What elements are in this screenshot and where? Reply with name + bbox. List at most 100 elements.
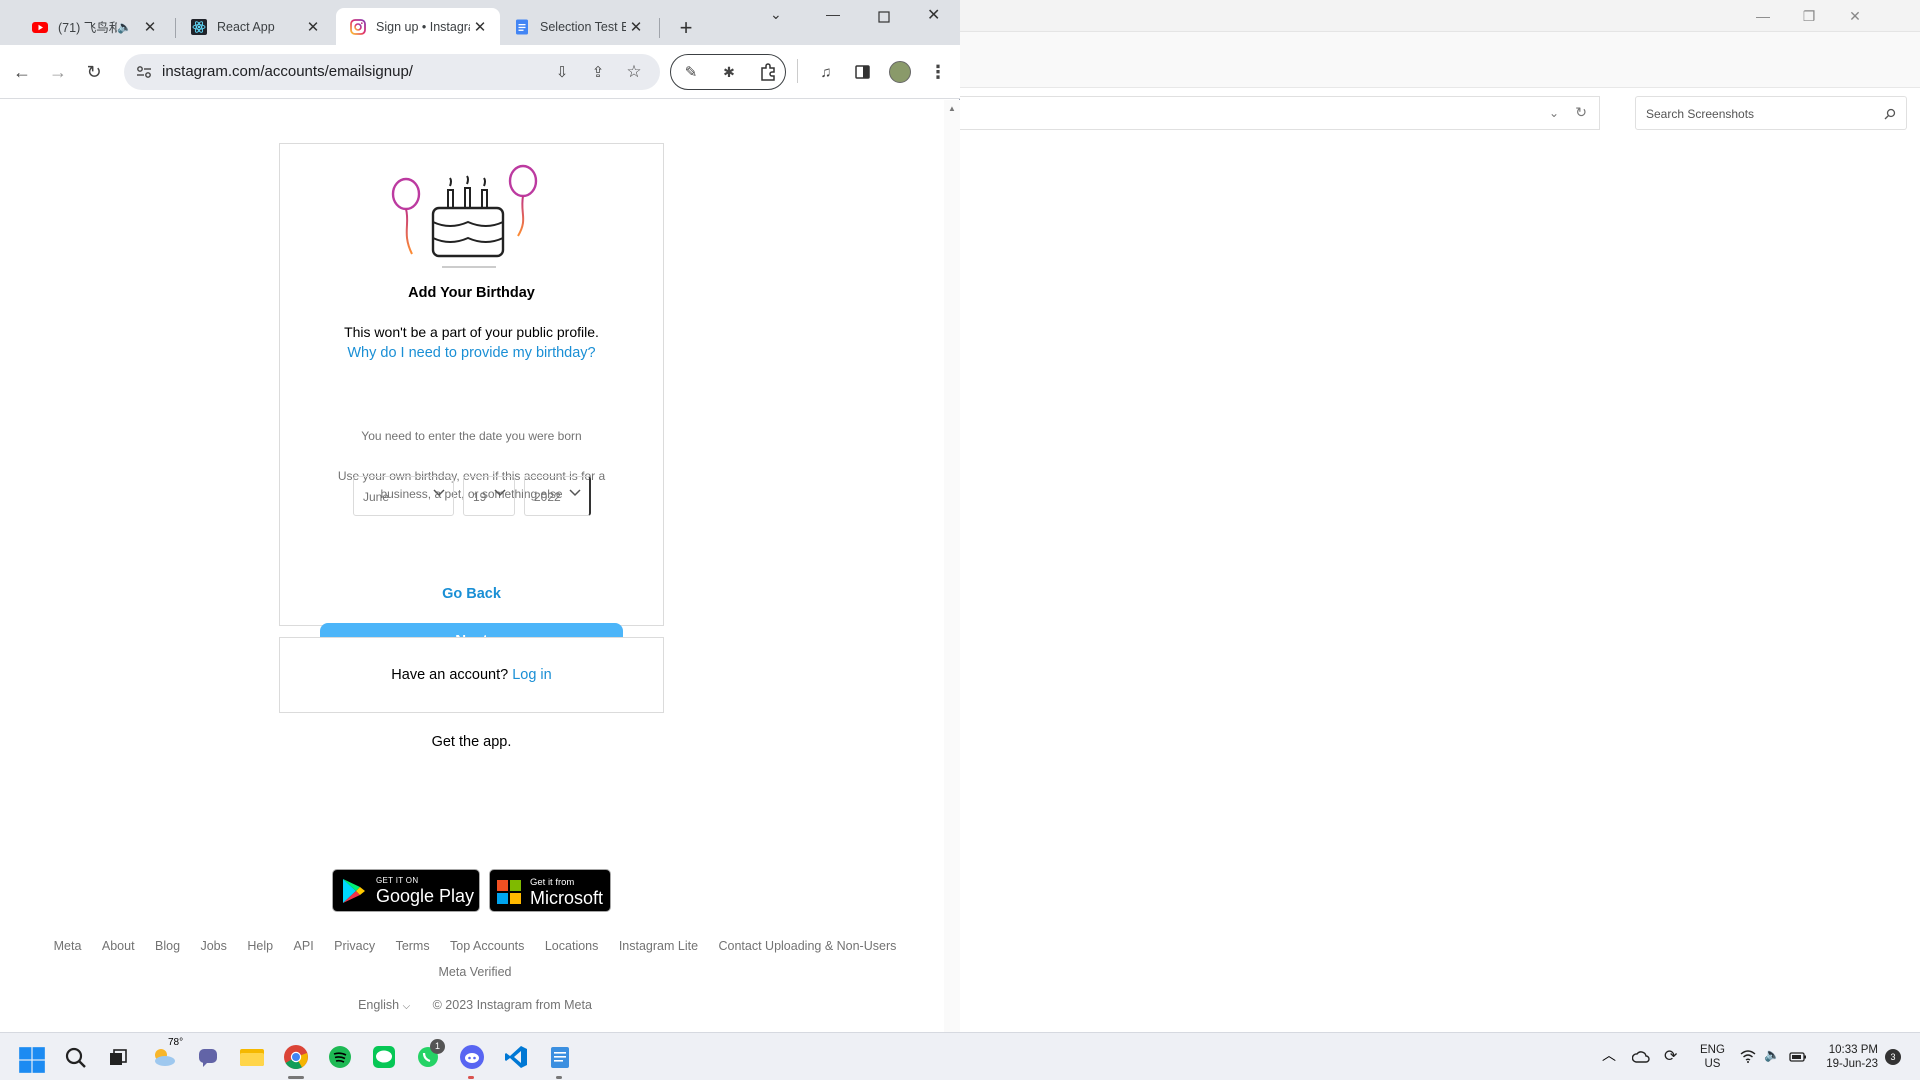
- day-select[interactable]: 19: [463, 476, 515, 516]
- birthday-error: You need to enter the date you were born: [361, 429, 582, 443]
- month-select[interactable]: June: [353, 476, 454, 516]
- footer-link[interactable]: About: [102, 939, 135, 953]
- back-icon[interactable]: ←: [8, 58, 36, 86]
- why-birthday-link[interactable]: Why do I need to provide my birthday?: [280, 345, 663, 361]
- youtube-icon: [32, 21, 48, 33]
- day-value: 19: [473, 490, 487, 504]
- notification-count[interactable]: 3: [1885, 1049, 1901, 1065]
- line-app-icon[interactable]: [370, 1043, 398, 1071]
- address-bar[interactable]: instagram.com/accounts/emailsignup/ ⇩ ⇪ …: [124, 54, 660, 90]
- browser-toolbar: ← → ↻ instagram.com/accounts/emailsignup…: [0, 45, 960, 99]
- show-hidden-icons-icon[interactable]: ︿: [1602, 1045, 1616, 1065]
- close-tab-icon[interactable]: ✕: [303, 17, 323, 37]
- language-value: English: [358, 998, 400, 1012]
- spotify-icon[interactable]: [326, 1043, 354, 1071]
- speaker-icon[interactable]: 🔈: [117, 20, 132, 34]
- forward-icon[interactable]: →: [44, 58, 72, 86]
- new-tab-button[interactable]: +: [672, 14, 700, 42]
- puzzle-icon[interactable]: [759, 63, 777, 81]
- search-icon[interactable]: [65, 1047, 87, 1069]
- task-view-icon[interactable]: [108, 1048, 128, 1068]
- close-tab-icon[interactable]: ✕: [470, 17, 490, 37]
- search-placeholder: Search Screenshots: [1646, 107, 1755, 121]
- eyedropper-icon[interactable]: ✎: [677, 58, 705, 86]
- media-control-icon[interactable]: ♫: [812, 58, 840, 86]
- lang-code: ENG: [1700, 1044, 1725, 1056]
- year-select[interactable]: 2022: [524, 476, 591, 516]
- tab-search-icon[interactable]: ⌄: [770, 6, 782, 23]
- site-info-icon[interactable]: [136, 65, 152, 79]
- explorer-search-input[interactable]: Search Screenshots: [1635, 96, 1907, 130]
- url-text: instagram.com/accounts/emailsignup/: [162, 63, 413, 80]
- tab-youtube[interactable]: (71) 飞鸟和 🔈 ✕: [18, 8, 170, 45]
- discord-icon[interactable]: [458, 1043, 486, 1079]
- onedrive-icon[interactable]: [1632, 1051, 1650, 1063]
- tab-strip: (71) 飞鸟和 🔈 ✕ React App ✕ Sign up • Insta…: [0, 0, 960, 45]
- minimize-icon[interactable]: —: [826, 6, 840, 22]
- file-explorer-icon[interactable]: [238, 1043, 266, 1071]
- footer-link[interactable]: Instagram Lite: [619, 939, 698, 953]
- tab-selection-test[interactable]: Selection Test B ✕: [500, 8, 656, 45]
- bookmark-star-icon[interactable]: ☆: [620, 58, 648, 86]
- region-code: US: [1704, 1058, 1721, 1070]
- install-app-icon[interactable]: ⇩: [548, 58, 576, 86]
- teams-chat-icon[interactable]: [194, 1043, 222, 1071]
- language-select[interactable]: English ⌵: [358, 998, 410, 1012]
- tab-react-app[interactable]: React App ✕: [177, 8, 333, 45]
- volume-icon[interactable]: 🔈: [1764, 1047, 1780, 1063]
- reload-icon[interactable]: ↻: [80, 58, 108, 86]
- google-play-badge[interactable]: GET IT ON Google Play: [332, 869, 480, 912]
- file-explorer-window: — ❐ ✕ ⌄ ↻ Search Screenshots: [960, 0, 1920, 1032]
- microsoft-store-badge[interactable]: Get it from Microsoft: [489, 869, 611, 912]
- footer-link[interactable]: Blog: [155, 939, 180, 953]
- footer-link[interactable]: Contact Uploading & Non-Users: [719, 939, 897, 953]
- chrome-icon[interactable]: [282, 1043, 310, 1079]
- footer-link[interactable]: Locations: [545, 939, 599, 953]
- login-link[interactable]: Log in: [512, 667, 552, 683]
- close-window-icon[interactable]: ✕: [927, 5, 940, 25]
- sync-icon[interactable]: ⟳: [1664, 1046, 1677, 1066]
- windows-start-icon[interactable]: [18, 1046, 46, 1074]
- maximize-icon[interactable]: [878, 11, 890, 23]
- chevron-down-icon[interactable]: ⌄: [1549, 106, 1559, 120]
- taskbar: 78° 1 ︿ ⟳ ENG US 🔈 10:33 PM 19-Jun-23 3: [0, 1032, 1920, 1080]
- google-play-icon: [343, 879, 365, 903]
- vscode-icon[interactable]: [502, 1043, 530, 1071]
- login-prompt: Have an account? Log in: [280, 667, 663, 683]
- battery-icon[interactable]: [1789, 1052, 1807, 1062]
- footer-link[interactable]: Top Accounts: [450, 939, 524, 953]
- scrollbar[interactable]: ▲: [944, 100, 960, 1032]
- footer-link[interactable]: Privacy: [334, 939, 375, 953]
- have-account-text: Have an account?: [391, 667, 509, 683]
- notepad-icon[interactable]: [546, 1043, 574, 1079]
- bug-icon[interactable]: ✱: [715, 58, 743, 86]
- go-back-link[interactable]: Go Back: [280, 586, 663, 602]
- side-panel-icon[interactable]: [855, 65, 870, 79]
- footer-link[interactable]: Meta: [54, 939, 82, 953]
- footer-link[interactable]: Help: [247, 939, 273, 953]
- close-tab-icon[interactable]: ✕: [626, 17, 646, 37]
- clock[interactable]: 10:33 PM 19-Jun-23: [1818, 1043, 1878, 1071]
- restore-icon[interactable]: ❐: [1786, 0, 1832, 32]
- language-indicator[interactable]: ENG US: [1700, 1043, 1725, 1071]
- copyright-text: © 2023 Instagram from Meta: [432, 998, 592, 1012]
- tab-instagram-signup[interactable]: Sign up • Instagram ✕: [336, 8, 500, 45]
- birthday-subtitle: This won't be a part of your public prof…: [344, 324, 599, 340]
- meta-verified-link[interactable]: Meta Verified: [439, 965, 512, 979]
- footer-link[interactable]: API: [294, 939, 314, 953]
- wifi-icon[interactable]: [1740, 1050, 1756, 1063]
- weather-icon[interactable]: 78°: [150, 1037, 183, 1071]
- share-icon[interactable]: ⇪: [584, 58, 612, 86]
- menu-kebab-icon[interactable]: ⋮: [924, 58, 952, 86]
- minimize-icon[interactable]: —: [1740, 0, 1786, 32]
- google-play-big: Google Play: [376, 886, 475, 906]
- profile-avatar[interactable]: [889, 61, 911, 83]
- footer-link[interactable]: Jobs: [200, 939, 226, 953]
- footer-link[interactable]: Terms: [396, 939, 430, 953]
- birthday-card: Add Your Birthday This won't be a part o…: [279, 143, 664, 626]
- close-icon[interactable]: ✕: [1832, 0, 1878, 32]
- explorer-address-bar[interactable]: ⌄ ↻: [960, 96, 1600, 130]
- whatsapp-icon[interactable]: 1: [414, 1039, 445, 1071]
- refresh-icon[interactable]: ↻: [1575, 104, 1587, 121]
- close-tab-icon[interactable]: ✕: [140, 17, 160, 37]
